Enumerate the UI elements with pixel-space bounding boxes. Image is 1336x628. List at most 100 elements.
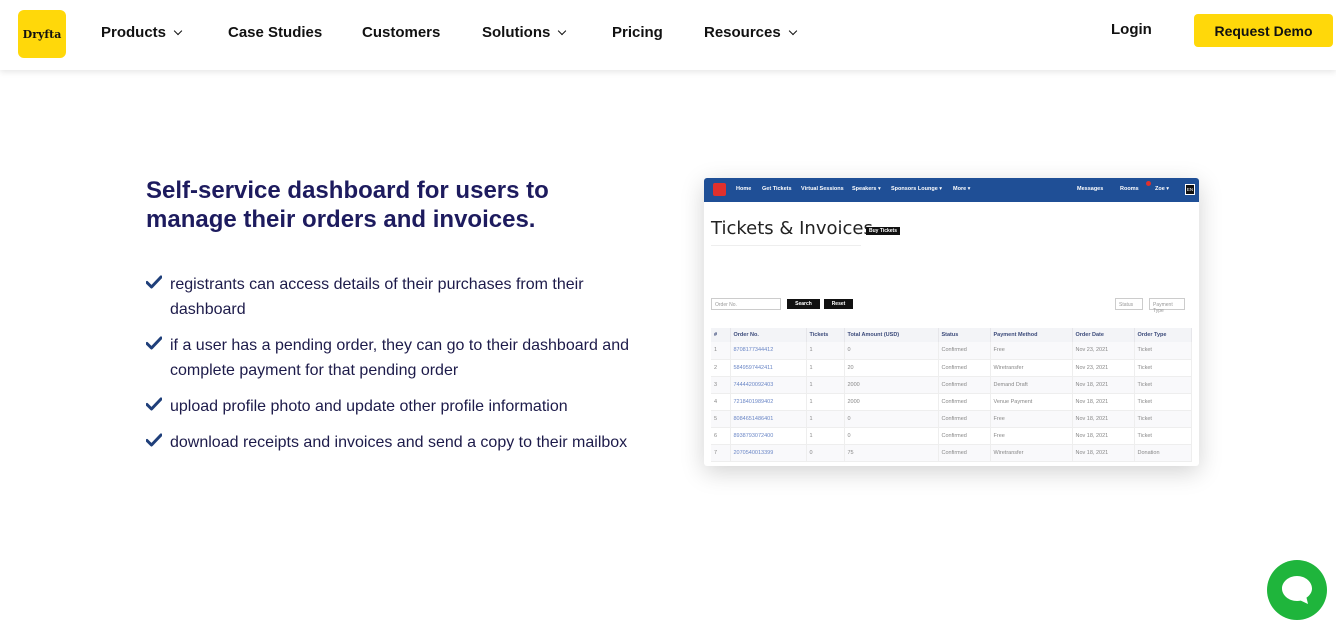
feature-text: upload profile photo and update other pr…	[170, 398, 568, 415]
table-cell: Confirmed	[938, 359, 991, 377]
request-demo-button[interactable]: Request Demo	[1194, 14, 1333, 47]
brand-logo-text: Dryfta	[22, 27, 62, 41]
table-cell: Confirmed	[938, 342, 991, 360]
table-cell: Ticket	[1134, 393, 1192, 411]
table-cell: 3	[711, 376, 731, 394]
column-header: #	[711, 328, 731, 342]
table-cell: Confirmed	[938, 427, 991, 445]
top-navbar: Dryfta Products Case Studies Customers S…	[0, 0, 1336, 70]
table-cell: 5	[711, 410, 731, 428]
feature-text: if a user has a pending order, they can …	[170, 337, 629, 379]
preview-navbar: Home Get Tickets Virtual Sessions Speake…	[704, 178, 1199, 202]
check-icon	[146, 336, 162, 350]
nav-products-label: Products	[101, 24, 167, 41]
preview-nav-item: Virtual Sessions	[801, 186, 844, 192]
table-cell: 1	[806, 393, 845, 411]
nav-customers-label: Customers	[362, 24, 441, 41]
preview-nav-item: More ▾	[953, 186, 971, 192]
table-cell: 1	[806, 410, 845, 428]
table-row: 1 8708177344412 1 0 Confirmed Free Nov 2…	[711, 342, 1192, 360]
table-row: 3 7444420092403 1 2000 Confirmed Demand …	[711, 376, 1192, 394]
column-header: Order Date	[1072, 328, 1135, 342]
table-cell: Nov 18, 2021	[1072, 410, 1135, 428]
nav-products[interactable]: Products	[101, 24, 183, 41]
table-cell: Confirmed	[938, 393, 991, 411]
table-row: 7 2070540013399 0 75 Confirmed Wiretrans…	[711, 444, 1192, 462]
preview-nav-item: Home	[736, 186, 752, 192]
column-header: Total Amount (USD)	[844, 328, 939, 342]
table-cell: Ticket	[1134, 427, 1192, 445]
table-cell: 2000	[844, 376, 939, 394]
preview-nav-rooms: Rooms	[1120, 186, 1139, 192]
nav-solutions[interactable]: Solutions	[482, 24, 567, 41]
dashboard-preview-image: Home Get Tickets Virtual Sessions Speake…	[704, 178, 1199, 466]
nav-case-studies[interactable]: Case Studies	[228, 24, 322, 41]
order-link: 8708177344412	[730, 342, 807, 360]
preview-nav-messages: Messages	[1077, 186, 1104, 192]
table-cell: 1	[806, 427, 845, 445]
nav-customers[interactable]: Customers	[362, 24, 440, 41]
order-link: 5849597442411	[730, 359, 807, 377]
table-cell: Nov 18, 2021	[1072, 444, 1135, 462]
preview-nav-item: Sponsors Lounge ▾	[891, 186, 943, 192]
login-link[interactable]: Login	[1111, 21, 1152, 38]
preview-status-filter: Status	[1115, 298, 1143, 310]
nav-pricing[interactable]: Pricing	[612, 24, 663, 41]
preview-logo	[713, 183, 726, 196]
table-row: 2 5849597442411 1 20 Confirmed Wiretrans…	[711, 359, 1192, 377]
preview-reset-button: Reset	[824, 299, 853, 309]
table-cell: 2000	[844, 393, 939, 411]
table-cell: 4	[711, 393, 731, 411]
preview-nav-user: Zoe ▾	[1155, 186, 1170, 192]
feature-text: registrants can access details of their …	[170, 276, 584, 318]
column-header: Tickets	[806, 328, 845, 342]
table-cell: Ticket	[1134, 410, 1192, 428]
column-header: Order No.	[730, 328, 807, 342]
column-header: Payment Method	[990, 328, 1073, 342]
nav-resources[interactable]: Resources	[704, 24, 797, 41]
table-cell: Nov 18, 2021	[1072, 393, 1135, 411]
feature-item: download receipts and invoices and send …	[146, 430, 646, 455]
preview-order-input: Order No.	[711, 298, 781, 310]
table-cell: 1	[711, 342, 731, 360]
table-row: 5 8084651486401 1 0 Confirmed Free Nov 1…	[711, 410, 1192, 428]
feature-item: upload profile photo and update other pr…	[146, 394, 646, 419]
feature-item: if a user has a pending order, they can …	[146, 333, 646, 383]
notification-badge	[1146, 181, 1151, 186]
preview-title: Tickets & Invoices	[711, 218, 873, 239]
table-cell: 7	[711, 444, 731, 462]
table-cell: Wiretransfer	[990, 359, 1073, 377]
preview-lang: EN	[1185, 184, 1195, 195]
preview-nav-item: Speakers ▾	[852, 186, 881, 192]
preview-payment-filter: Payment Type	[1149, 298, 1185, 314]
table-cell: Donation	[1134, 444, 1192, 462]
table-header-row: # Order No. Tickets Total Amount (USD) S…	[711, 328, 1192, 342]
order-link: 8938793072400	[730, 427, 807, 445]
order-link: 7218401989402	[730, 393, 807, 411]
preview-search-button: Search	[787, 299, 820, 309]
table-cell: 1	[806, 376, 845, 394]
table-cell: Ticket	[1134, 342, 1192, 360]
brand-logo[interactable]: Dryfta	[18, 10, 66, 58]
table-cell: Nov 23, 2021	[1072, 359, 1135, 377]
feature-item: registrants can access details of their …	[146, 272, 646, 322]
table-cell: Free	[990, 410, 1073, 428]
column-header: Order Type	[1134, 328, 1192, 342]
nav-solutions-label: Solutions	[482, 24, 551, 41]
table-cell: Free	[990, 342, 1073, 360]
table-cell: Venue Payment	[990, 393, 1073, 411]
chat-launcher-button[interactable]	[1267, 560, 1327, 620]
nav-resources-label: Resources	[704, 24, 781, 41]
preview-divider	[711, 245, 861, 246]
table-cell: 6	[711, 427, 731, 445]
chevron-down-icon	[173, 26, 183, 36]
preview-orders-table: # Order No. Tickets Total Amount (USD) S…	[711, 328, 1192, 462]
order-link: 2070540013399	[730, 444, 807, 462]
table-cell: 75	[844, 444, 939, 462]
nav-pricing-label: Pricing	[612, 24, 663, 41]
table-cell: Confirmed	[938, 410, 991, 428]
table-cell: 0	[844, 427, 939, 445]
nav-case-studies-label: Case Studies	[228, 24, 323, 41]
table-cell: 0	[806, 444, 845, 462]
table-cell: Nov 18, 2021	[1072, 376, 1135, 394]
